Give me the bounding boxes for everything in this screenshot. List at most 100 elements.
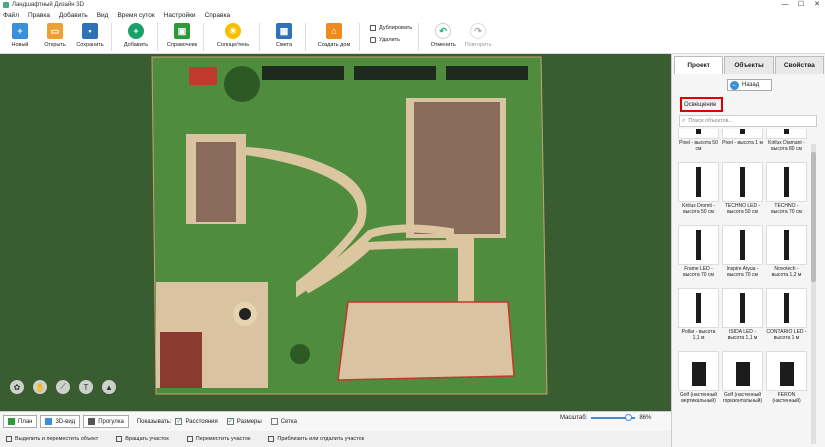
- undo-button[interactable]: ↶ Отменить: [428, 21, 458, 48]
- lamp-icon: [766, 162, 807, 202]
- sun-shadow-button[interactable]: ☀ Солнце/тень: [213, 21, 253, 48]
- object-item[interactable]: Golf (настенный вертикальный): [678, 351, 719, 411]
- object-item-label: Pollar - высота 1,1 м: [681, 329, 716, 341]
- object-item[interactable]: Kirilux Dromit - высота 50 см: [678, 162, 719, 222]
- site-plan[interactable]: [0, 54, 671, 411]
- tab-properties-label: Свойства: [783, 62, 815, 69]
- title-bar: Ландшафтный Дизайн 3D — ☐ ✕: [0, 0, 825, 9]
- duplicate-button[interactable]: Дублировать: [370, 25, 412, 31]
- zoom-value: 86%: [639, 415, 652, 421]
- house-main-roof[interactable]: [414, 102, 500, 234]
- object-search[interactable]: ⌕ Поиск объектов...: [679, 115, 817, 127]
- grid-checkbox[interactable]: Сетка: [270, 418, 298, 425]
- object-item[interactable]: Pixel - высота 50 см: [678, 129, 719, 159]
- window-controls: — ☐ ✕: [777, 0, 825, 9]
- object-item[interactable]: TECHNO - высота 70 см: [766, 162, 807, 222]
- 3d-view-button[interactable]: 3D-вид: [40, 415, 81, 428]
- guide-button[interactable]: ▣ Справочник: [167, 21, 197, 48]
- object-item[interactable]: Novotech - высота 1,2 м: [766, 225, 807, 285]
- scrollbar-thumb[interactable]: [811, 152, 816, 282]
- ruler-tool-icon[interactable]: ⟋: [56, 380, 70, 394]
- object-item[interactable]: CONTARIO LED - высота 1 м: [766, 288, 807, 348]
- image-tool-icon[interactable]: ▲: [102, 380, 116, 394]
- menu-view[interactable]: Вид: [97, 12, 109, 19]
- menu-settings[interactable]: Настройки: [164, 12, 196, 19]
- distances-checkbox[interactable]: ✓ Расстояния: [175, 418, 218, 425]
- fence-row-2[interactable]: [354, 66, 436, 80]
- maximize-button[interactable]: ☐: [793, 0, 809, 9]
- plan-icon: [8, 418, 15, 425]
- fence-row-3[interactable]: [446, 66, 528, 80]
- new-button[interactable]: + Новый: [5, 21, 35, 48]
- pan-tool-icon[interactable]: ✋: [33, 380, 47, 394]
- tab-properties[interactable]: Свойства: [774, 56, 824, 74]
- estimate-button[interactable]: ▦ Смета: [269, 21, 299, 48]
- delete-button[interactable]: Удалить: [370, 37, 412, 43]
- separator: [418, 23, 420, 51]
- shrub[interactable]: [290, 344, 310, 364]
- object-item[interactable]: Frame LED - высота 70 см: [678, 225, 719, 285]
- selected-area[interactable]: [337, 301, 515, 381]
- fire-pit[interactable]: [239, 308, 251, 320]
- lamp-icon: [766, 225, 807, 265]
- separator: [111, 23, 112, 51]
- select-tool-icon[interactable]: ✿: [10, 380, 24, 394]
- tab-objects[interactable]: Объекты: [724, 56, 774, 74]
- menu-time-of-day[interactable]: Время суток: [117, 12, 154, 19]
- zoom-control: Масштаб: 86%: [560, 414, 652, 421]
- object-item[interactable]: ISIDA LED - высота 1,1 м: [722, 288, 763, 348]
- zoom-icon: [268, 436, 275, 442]
- redo-button[interactable]: ↷ Повторить: [463, 21, 493, 48]
- menu-file[interactable]: Файл: [3, 12, 19, 19]
- object-item[interactable]: Inspire Atyua - высота 70 см: [722, 225, 763, 285]
- zoom-slider-knob[interactable]: [625, 414, 633, 421]
- sizes-checkbox[interactable]: ✓ Размеры: [226, 418, 262, 425]
- check-icon: ✓: [226, 418, 234, 425]
- tree[interactable]: [224, 66, 260, 102]
- panel-scrollbar[interactable]: [811, 144, 816, 444]
- grid-label: Сетка: [280, 418, 298, 425]
- object-item[interactable]: Golf (настенный горизонтальный): [722, 351, 763, 411]
- text-tool-icon[interactable]: T: [79, 380, 93, 394]
- red-shed[interactable]: [189, 67, 217, 85]
- deck[interactable]: [160, 332, 202, 388]
- menu-help[interactable]: Справка: [205, 12, 231, 19]
- back-button[interactable]: ← Назад: [727, 79, 772, 91]
- book-icon: ▣: [174, 23, 190, 39]
- tab-project[interactable]: Проект: [674, 56, 724, 74]
- object-grid: Pixel - высота 50 см Pixel - высота 1 м Ki…: [678, 129, 808, 447]
- status-zoom-label: Приблизить или отдалить участок: [277, 436, 365, 442]
- object-item-label: TECHNO LED - высота 50 см: [724, 203, 761, 215]
- add-button[interactable]: + Добавить: [121, 21, 151, 48]
- separator: [359, 23, 360, 51]
- lamp-icon: [766, 129, 807, 139]
- undo-label: Отменить: [430, 42, 456, 48]
- minimize-button[interactable]: —: [777, 0, 793, 9]
- lamp-icon: [722, 225, 763, 265]
- object-item[interactable]: FERON (настенный): [766, 351, 807, 411]
- back-label: Назад: [742, 82, 760, 88]
- object-item-label: CONTARIO LED - высота 1 м: [766, 329, 807, 341]
- design-canvas[interactable]: ✿ ✋ ⟋ T ▲: [0, 54, 671, 411]
- menu-edit[interactable]: Правка: [28, 12, 50, 19]
- object-item[interactable]: TECHNO LED - высота 50 см: [722, 162, 763, 222]
- check-icon: ✓: [175, 418, 183, 425]
- open-button[interactable]: ▭ Открыть: [40, 21, 70, 48]
- floppy-icon: ▪: [82, 23, 98, 39]
- object-item[interactable]: Kirilux Diamant - высота 80 см: [766, 129, 807, 159]
- fence-row-1[interactable]: [262, 66, 344, 80]
- lamp-icon: [722, 129, 763, 139]
- zoom-slider[interactable]: [591, 414, 636, 421]
- plan-view-button[interactable]: План: [3, 415, 38, 428]
- object-item[interactable]: Pollar - высота 1,1 м: [678, 288, 719, 348]
- menu-add[interactable]: Добавить: [59, 12, 88, 19]
- close-button[interactable]: ✕: [809, 0, 825, 9]
- save-button[interactable]: ▪ Сохранить: [75, 21, 105, 48]
- create-house-button[interactable]: ⌂ Создать дом: [315, 21, 353, 48]
- status-move-label: Переместить участок: [195, 436, 251, 442]
- calculator-icon: ▦: [276, 23, 292, 39]
- walk-button[interactable]: Прогулка: [83, 415, 129, 428]
- object-item[interactable]: Pixel - высота 1 м: [722, 129, 763, 159]
- house-small-roof[interactable]: [196, 142, 236, 222]
- 3d-icon: [45, 418, 53, 425]
